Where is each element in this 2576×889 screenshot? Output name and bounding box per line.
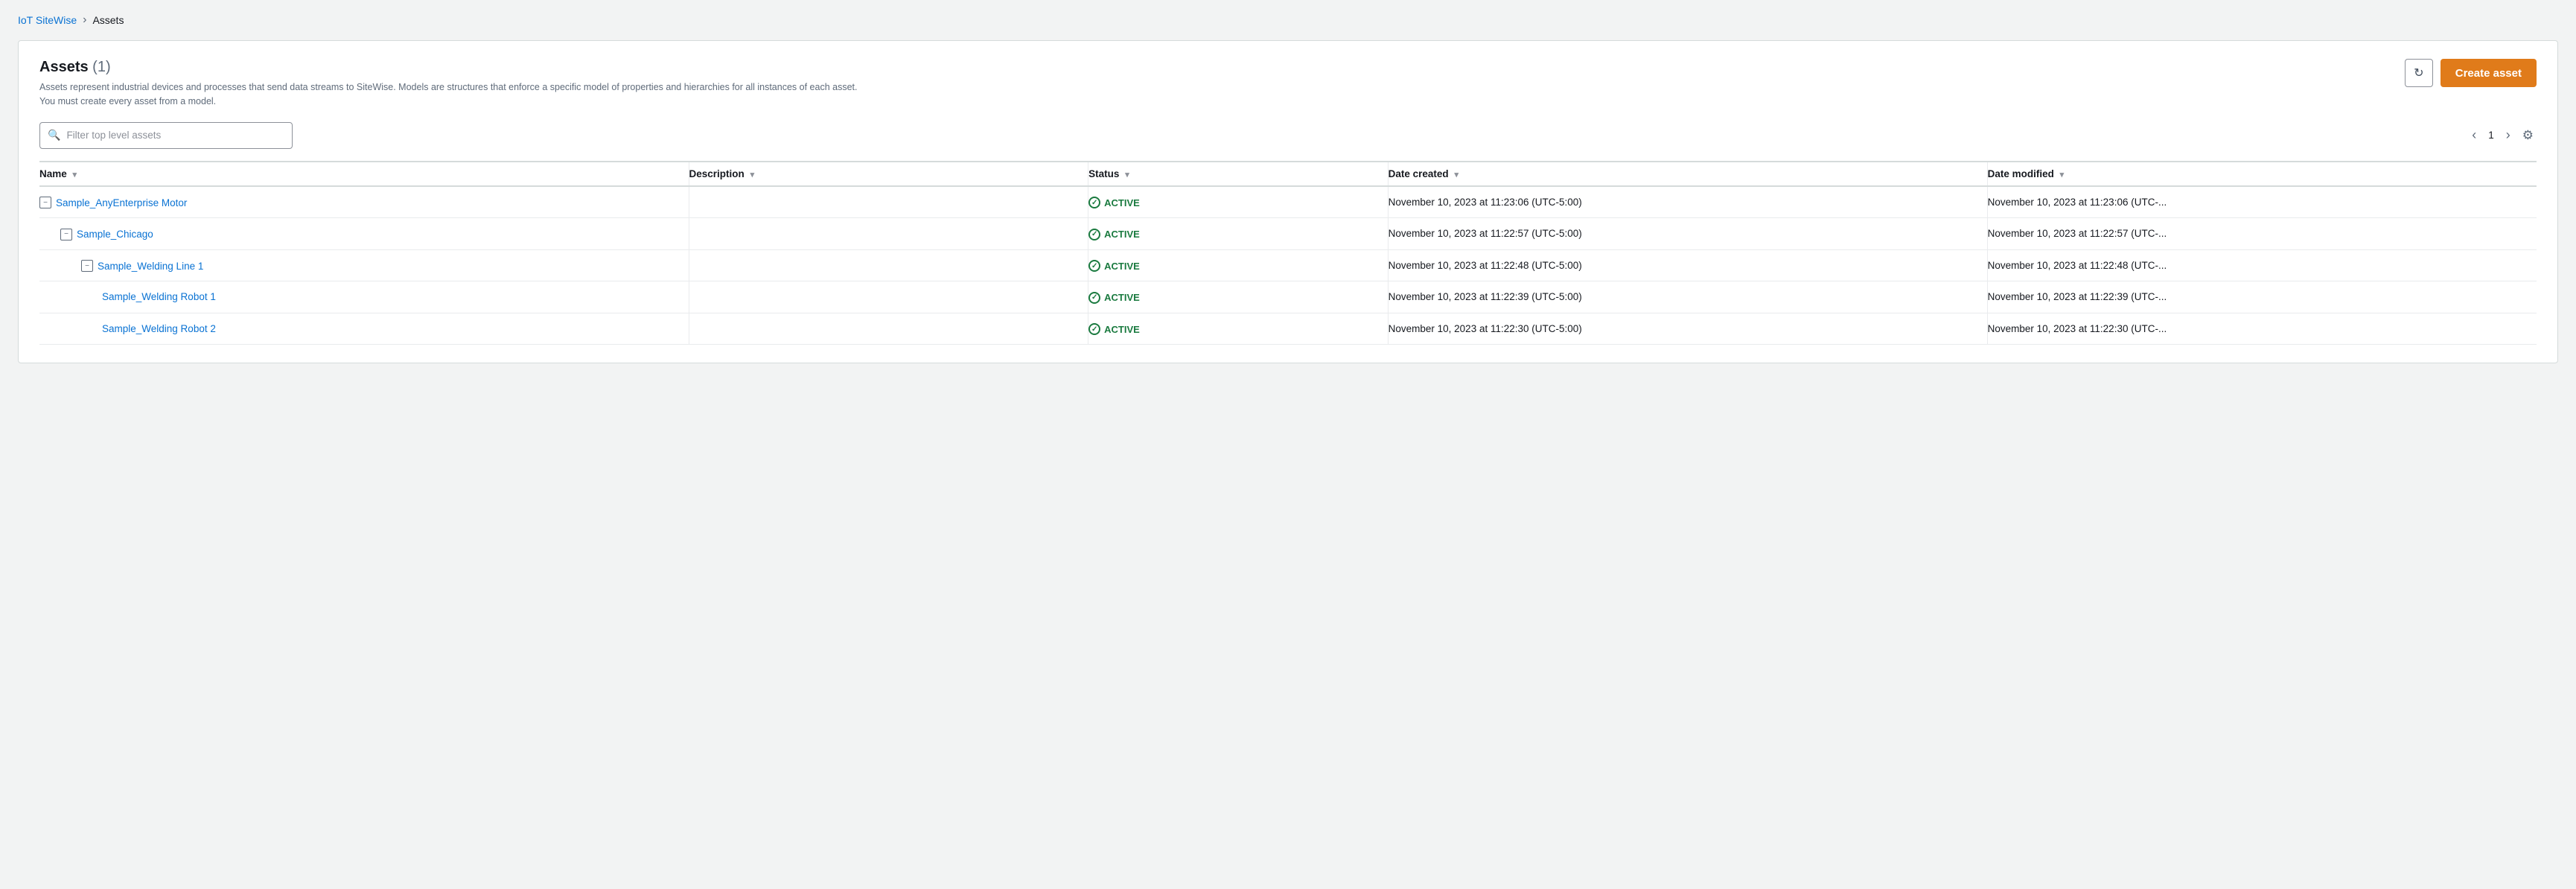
breadcrumb-separator: › [83, 13, 86, 27]
status-label: ACTIVE [1104, 292, 1140, 303]
sort-icon-date-modified: ▾ [2060, 170, 2065, 179]
asset-status: ✓ ACTIVE [1088, 218, 1388, 250]
breadcrumb-link-iot[interactable]: IoT SiteWise [18, 14, 77, 26]
asset-date-modified: November 10, 2023 at 11:22:30 (UTC-... [1987, 313, 2537, 345]
status-check-icon: ✓ [1088, 292, 1100, 304]
col-header-description: Description ▾ [689, 162, 1088, 186]
table-row: −Sample_Chicago ✓ ACTIVE November 10, 2023 … [39, 218, 2537, 250]
table-settings-button[interactable]: ⚙ [2519, 127, 2537, 144]
tree-collapse-icon[interactable]: − [81, 260, 93, 272]
header-actions: ↻ Create asset [2405, 59, 2537, 87]
table-row: Sample_Welding Robot 1 ✓ ACTIVE November 10… [39, 281, 2537, 313]
settings-icon: ⚙ [2522, 128, 2534, 142]
status-check-icon: ✓ [1088, 229, 1100, 240]
table-row: −Sample_Welding Line 1 ✓ ACTIVE November 10… [39, 249, 2537, 281]
chevron-left-icon: ‹ [2472, 127, 2476, 142]
main-card: Assets (1) Assets represent industrial d… [18, 40, 2558, 363]
create-asset-button[interactable]: Create asset [2440, 59, 2537, 87]
asset-date-created: November 10, 2023 at 11:22:48 (UTC-5:00) [1388, 249, 1987, 281]
sort-icon-name: ▾ [73, 170, 77, 179]
table-row: −Sample_AnyEnterprise Motor ✓ ACTIVE Novemb… [39, 186, 2537, 218]
asset-description [689, 281, 1088, 313]
asset-date-created: November 10, 2023 at 11:22:30 (UTC-5:00) [1388, 313, 1987, 345]
sort-icon-status: ▾ [1125, 170, 1129, 179]
asset-description [689, 186, 1088, 218]
assets-table: Name ▾ Description ▾ Status ▾ Date creat… [39, 161, 2537, 345]
table-header: Name ▾ Description ▾ Status ▾ Date creat… [39, 162, 2537, 186]
refresh-icon: ↻ [2414, 66, 2423, 80]
asset-name-link[interactable]: Sample_Welding Robot 1 [102, 291, 216, 302]
asset-name-link[interactable]: Sample_Chicago [77, 229, 153, 240]
card-title-area: Assets (1) Assets represent industrial d… [39, 59, 858, 109]
asset-status: ✓ ACTIVE [1088, 281, 1388, 313]
asset-name-link[interactable]: Sample_AnyEnterprise Motor [56, 197, 187, 208]
table-body: −Sample_AnyEnterprise Motor✓ACTIVENovemb… [39, 186, 2537, 345]
asset-date-modified: November 10, 2023 at 11:23:06 (UTC-... [1987, 186, 2537, 218]
filter-row: 🔍 ‹ 1 › ⚙ [39, 122, 2537, 149]
col-header-date-modified: Date modified ▾ [1987, 162, 2537, 186]
status-label: ACTIVE [1104, 324, 1140, 335]
sort-icon-description: ▾ [750, 170, 755, 179]
status-label: ACTIVE [1104, 229, 1140, 240]
asset-date-created: November 10, 2023 at 11:22:39 (UTC-5:00) [1388, 281, 1987, 313]
tree-collapse-icon[interactable]: − [39, 197, 51, 208]
status-check-icon: ✓ [1088, 323, 1100, 335]
chevron-right-icon: › [2506, 127, 2510, 142]
search-icon: 🔍 [48, 129, 60, 141]
col-header-date-created: Date created ▾ [1388, 162, 1987, 186]
asset-status: ✓ ACTIVE [1088, 249, 1388, 281]
asset-date-modified: November 10, 2023 at 11:22:39 (UTC-... [1987, 281, 2537, 313]
asset-status: ✓ ACTIVE [1088, 186, 1388, 218]
tree-collapse-icon[interactable]: − [60, 229, 72, 240]
refresh-button[interactable]: ↻ [2405, 59, 2433, 87]
asset-date-modified: November 10, 2023 at 11:22:57 (UTC-... [1987, 218, 2537, 250]
asset-date-created: November 10, 2023 at 11:23:06 (UTC-5:00) [1388, 186, 1987, 218]
col-header-status: Status ▾ [1088, 162, 1388, 186]
page-number: 1 [2485, 130, 2497, 141]
card-header: Assets (1) Assets represent industrial d… [39, 59, 2537, 109]
status-check-icon: ✓ [1088, 260, 1100, 272]
pagination-prev-button[interactable]: ‹ [2469, 126, 2479, 144]
asset-name-link[interactable]: Sample_Welding Line 1 [98, 261, 203, 272]
card-title: Assets (1) [39, 59, 858, 76]
asset-status: ✓ ACTIVE [1088, 313, 1388, 345]
asset-description [689, 218, 1088, 250]
asset-name-link[interactable]: Sample_Welding Robot 2 [102, 323, 216, 334]
table-row: Sample_Welding Robot 2 ✓ ACTIVE November 10… [39, 313, 2537, 345]
card-description: Assets represent industrial devices and … [39, 80, 858, 109]
asset-date-created: November 10, 2023 at 11:22:57 (UTC-5:00) [1388, 218, 1987, 250]
card-count: (1) [92, 59, 110, 75]
breadcrumb-current: Assets [92, 14, 124, 26]
sort-icon-date-created: ▾ [1454, 170, 1458, 179]
pagination-area: ‹ 1 › ⚙ [2469, 126, 2537, 144]
search-box: 🔍 [39, 122, 293, 149]
status-label: ACTIVE [1104, 197, 1140, 208]
col-header-name: Name ▾ [39, 162, 689, 186]
asset-description [689, 313, 1088, 345]
asset-description [689, 249, 1088, 281]
breadcrumb: IoT SiteWise › Assets [18, 13, 2558, 27]
status-label: ACTIVE [1104, 261, 1140, 272]
asset-date-modified: November 10, 2023 at 11:22:48 (UTC-... [1987, 249, 2537, 281]
status-check-icon: ✓ [1088, 197, 1100, 208]
pagination-next-button[interactable]: › [2503, 126, 2513, 144]
search-input[interactable] [66, 130, 284, 141]
card-title-text: Assets [39, 59, 89, 75]
